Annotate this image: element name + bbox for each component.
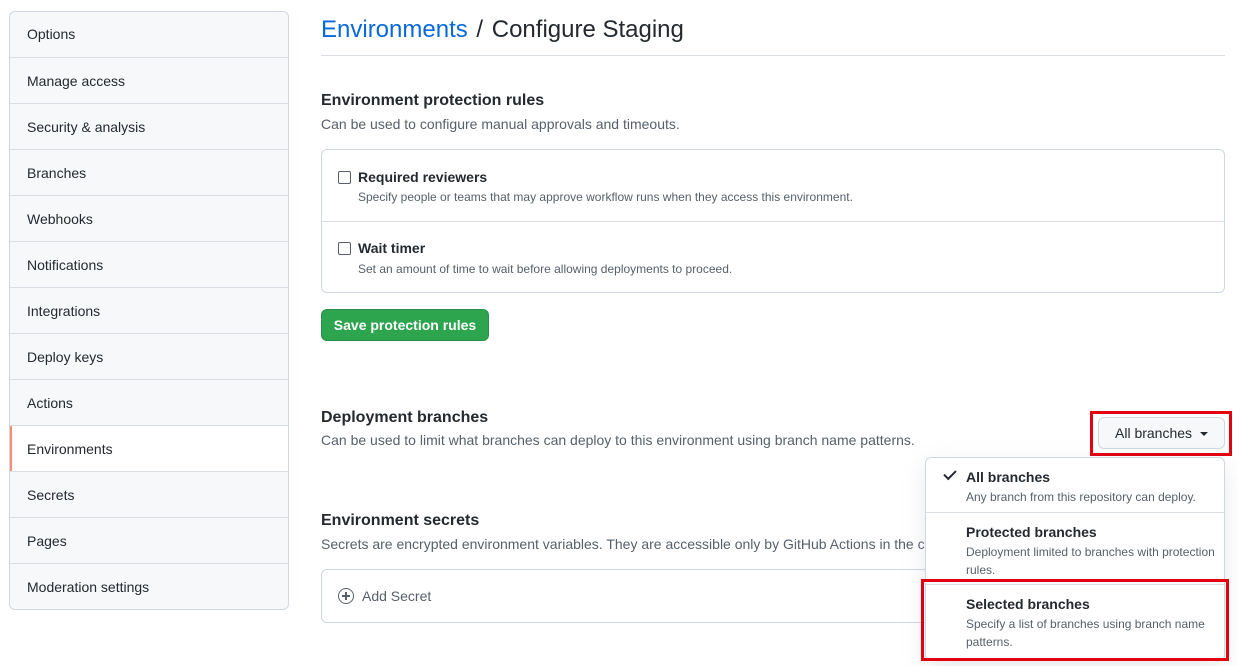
deployment-branches-description: Can be used to limit what branches can d… xyxy=(321,432,915,448)
sidebar-item-pages[interactable]: Pages xyxy=(10,517,288,563)
sidebar-item-environments[interactable]: Environments xyxy=(10,425,288,471)
menu-item-all-branches[interactable]: All branches Any branch from this reposi… xyxy=(926,458,1224,512)
wait-timer-label: Wait timer xyxy=(358,240,426,256)
environment-secrets-description: Secrets are encrypted environment variab… xyxy=(321,536,925,552)
main-content: Environments / Configure Staging Environ… xyxy=(321,0,1225,623)
protected-branches-label: Protected branches xyxy=(966,524,1097,540)
page-title: Configure Staging xyxy=(491,16,684,43)
sidebar-item-integrations[interactable]: Integrations xyxy=(10,287,288,333)
required-reviewers-description: Specify people or teams that may approve… xyxy=(358,190,853,204)
add-secret-label: Add Secret xyxy=(362,588,432,604)
wait-timer-checkbox[interactable] xyxy=(338,242,351,255)
sidebar-item-moderation-settings[interactable]: Moderation settings xyxy=(10,563,288,609)
sidebar-item-notifications[interactable]: Notifications xyxy=(10,241,288,287)
wait-timer-description: Set an amount of time to wait before all… xyxy=(358,262,733,276)
sidebar-item-deploy-keys[interactable]: Deploy keys xyxy=(10,333,288,379)
required-reviewers-checkbox[interactable] xyxy=(338,171,351,184)
protected-branches-description: Deployment limited to branches with prot… xyxy=(966,545,1215,577)
required-reviewers-label: Required reviewers xyxy=(358,169,488,185)
settings-sidebar: Options Manage access Security & analysi… xyxy=(9,11,289,610)
rule-required-reviewers: Required reviewers Specify people or tea… xyxy=(322,150,1224,221)
protection-rules-title: Environment protection rules xyxy=(321,92,545,109)
check-icon xyxy=(943,466,957,481)
sidebar-item-options[interactable]: Options xyxy=(10,12,288,57)
environment-secrets-title: Environment secrets xyxy=(321,512,480,529)
deployment-branches-title: Deployment branches xyxy=(321,409,489,426)
menu-item-protected-branches[interactable]: Protected branches Deployment limited to… xyxy=(926,512,1224,584)
selected-branches-highlight-box xyxy=(921,579,1229,661)
all-branches-description: Any branch from this repository can depl… xyxy=(966,490,1196,504)
sidebar-item-security-analysis[interactable]: Security & analysis xyxy=(10,103,288,149)
rule-wait-timer: Wait timer Set an amount of time to wait… xyxy=(322,221,1224,292)
save-protection-rules-button[interactable]: Save protection rules xyxy=(321,309,489,341)
protection-rules-description: Can be used to configure manual approval… xyxy=(321,116,680,132)
sidebar-item-branches[interactable]: Branches xyxy=(10,149,288,195)
page-header: Environments / Configure Staging xyxy=(321,0,1225,56)
sidebar-item-secrets[interactable]: Secrets xyxy=(10,471,288,517)
plus-circle-icon xyxy=(338,588,354,604)
protection-rules-box: Required reviewers Specify people or tea… xyxy=(321,149,1225,293)
sidebar-item-actions[interactable]: Actions xyxy=(10,379,288,425)
sidebar-item-webhooks[interactable]: Webhooks xyxy=(10,195,288,241)
add-secret-button[interactable]: Add Secret xyxy=(338,588,431,604)
all-branches-label: All branches xyxy=(966,469,1051,485)
dropdown-highlight-box xyxy=(1090,411,1232,456)
breadcrumb-separator: / xyxy=(476,16,484,43)
sidebar-item-manage-access[interactable]: Manage access xyxy=(10,57,288,103)
breadcrumb-environments-link[interactable]: Environments xyxy=(321,16,468,43)
